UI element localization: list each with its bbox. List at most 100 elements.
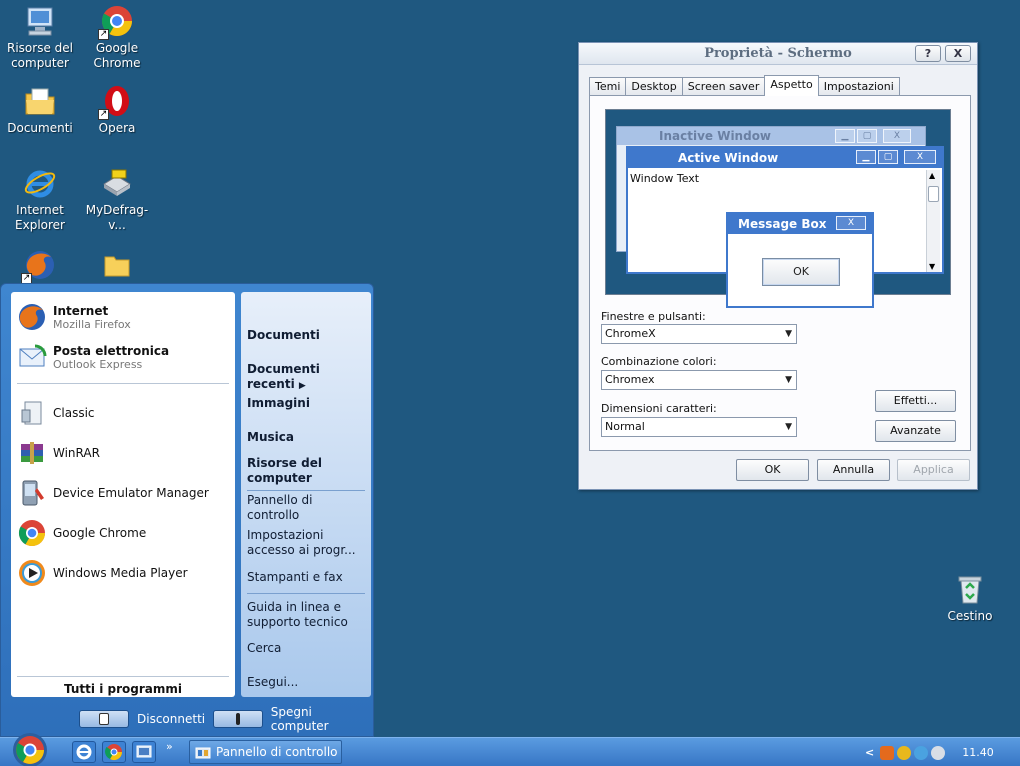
start-item-windows-media-player[interactable]: Windows Media Player [17, 556, 231, 590]
start-link-program-access[interactable]: Impostazioni accesso ai progr... [247, 528, 367, 558]
start-link-printers[interactable]: Stampanti e fax [247, 570, 367, 585]
start-item-title: Device Emulator Manager [53, 486, 209, 500]
start-item-title: Posta elettronica [53, 343, 170, 358]
all-programs-button[interactable]: Tutti i programmi [11, 682, 235, 696]
preview-scrollbar: ▲ ▼ [926, 170, 940, 272]
desktop-icon-folder[interactable] [79, 248, 155, 285]
shutdown-button[interactable]: Spegni computer [213, 705, 373, 733]
windows-buttons-select[interactable]: ChromeX ▼ [601, 324, 797, 344]
start-link-pictures[interactable]: Immagini [247, 396, 367, 411]
effects-button[interactable]: Effetti... [875, 390, 956, 412]
advanced-button[interactable]: Avanzate [875, 420, 956, 442]
lock-icon [79, 710, 129, 728]
control-panel-icon [195, 747, 211, 759]
tray-expand-icon[interactable]: < [865, 746, 874, 759]
desktop-icon-firefox[interactable]: ↗ [2, 248, 78, 285]
system-tray: < 11.40 [865, 738, 1020, 766]
preview-inactive-title: Inactive Window [659, 129, 772, 143]
winrar-icon [17, 438, 47, 468]
desktop-icon-recycle-bin[interactable]: Cestino [932, 572, 1008, 624]
quicklaunch-overflow[interactable]: » [166, 740, 173, 753]
windows-media-player-icon [17, 558, 47, 588]
font-size-label: Dimensioni caratteri: [601, 402, 717, 415]
firefox-icon [17, 302, 47, 332]
taskbar-item-control-panel[interactable]: Pannello di controllo [189, 740, 342, 764]
start-item-google-chrome[interactable]: Google Chrome [17, 516, 231, 550]
folder-icon [100, 248, 134, 282]
start-menu-separator [17, 383, 229, 384]
preview-active-title: Active Window [678, 151, 779, 165]
start-menu: Internet Mozilla Firefox Posta elettroni… [0, 283, 374, 737]
tab-temi[interactable]: Temi [589, 77, 627, 96]
preview-message-box: Message Box X OK [726, 212, 874, 308]
preview-msgbox-titlebar: Message Box X [728, 214, 872, 234]
display-properties-dialog: Proprietà - Schermo ? X Temi Desktop Scr… [578, 42, 978, 490]
start-link-recent-documents[interactable]: Documenti recenti ▶ [247, 362, 367, 394]
scroll-up-icon: ▲ [929, 171, 936, 180]
taskbar: » Pannello di controllo < 11.40 [0, 733, 1020, 766]
desktop-icon-google-chrome[interactable]: ↗ Google Chrome [79, 4, 155, 71]
start-item-internet[interactable]: Internet Mozilla Firefox [17, 300, 231, 334]
quicklaunch-chrome[interactable] [102, 741, 126, 763]
close-button[interactable]: X [945, 45, 971, 62]
shield-icon[interactable] [897, 745, 912, 760]
dialog-title: Proprietà - Schermo [704, 46, 852, 61]
start-link-my-computer[interactable]: Risorse del computer [247, 456, 367, 486]
opera-icon: ↗ [98, 84, 134, 120]
chrome-icon: ↗ [98, 4, 134, 40]
desktop-icon-my-computer[interactable]: Risorse del computer [2, 4, 78, 71]
start-link-control-panel[interactable]: Pannello di controllo [247, 493, 367, 523]
show-desktop-icon [136, 745, 152, 758]
clock[interactable]: 11.40 [962, 746, 994, 759]
logoff-button[interactable]: Disconnetti [79, 710, 205, 728]
tab-impostazioni[interactable]: Impostazioni [817, 77, 900, 96]
start-item-email[interactable]: Posta elettronica Outlook Express [17, 340, 231, 374]
desktop-icon-documents[interactable]: Documenti [2, 84, 78, 136]
preview-active-titlebar: Active Window ▁ ▢ X [628, 148, 942, 168]
desktop-icon-opera[interactable]: ↗ Opera [79, 84, 155, 136]
start-item-winrar[interactable]: WinRAR [17, 436, 231, 470]
mydefrag-icon [100, 166, 134, 200]
minimize-icon: ▁ [835, 129, 855, 143]
start-button[interactable] [10, 732, 50, 766]
ok-button[interactable]: OK [736, 459, 809, 481]
start-item-classic[interactable]: Classic [17, 396, 231, 430]
dialog-title-bar[interactable]: Proprietà - Schermo ? X [579, 43, 977, 65]
preview-window-text: Window Text [630, 172, 700, 185]
tab-aspetto[interactable]: Aspetto [764, 75, 819, 96]
desktop-icon-label: Opera [98, 121, 136, 135]
start-menu-separator [247, 490, 365, 491]
close-icon: X [883, 129, 911, 143]
color-scheme-select[interactable]: Chromex ▼ [601, 370, 797, 390]
start-link-search[interactable]: Cerca [247, 641, 367, 656]
desktop-icon-mydefrag[interactable]: MyDefrag-v... [79, 166, 155, 233]
network-icon[interactable] [914, 745, 929, 760]
tray-app-icon[interactable] [880, 745, 895, 760]
tab-screen-saver[interactable]: Screen saver [681, 77, 766, 96]
computer-icon [23, 4, 57, 38]
help-button[interactable]: ? [915, 45, 941, 62]
scroll-thumb [928, 186, 939, 202]
start-item-subtitle: Outlook Express [53, 357, 143, 371]
chevron-down-icon: ▼ [785, 329, 792, 339]
device-emulator-icon [17, 478, 47, 508]
volume-icon[interactable] [931, 745, 946, 760]
start-link-run[interactable]: Esegui... [247, 675, 367, 690]
start-link-documents[interactable]: Documenti [247, 328, 367, 343]
start-item-device-emulator[interactable]: Device Emulator Manager [17, 476, 231, 510]
quicklaunch-ie[interactable] [72, 741, 96, 763]
quicklaunch-show-desktop[interactable] [132, 741, 156, 763]
apply-button[interactable]: Applica [897, 459, 970, 481]
tab-strip: Temi Desktop Screen saver Aspetto Impost… [589, 75, 900, 96]
windows-buttons-value: ChromeX [605, 327, 656, 340]
internet-explorer-icon [76, 744, 92, 760]
font-size-select[interactable]: Normal ▼ [601, 417, 797, 437]
preview-inactive-titlebar: Inactive Window ▁ ▢ X [617, 127, 925, 145]
cancel-button[interactable]: Annulla [817, 459, 890, 481]
desktop-icon-internet-explorer[interactable]: Internet Explorer [2, 166, 78, 233]
tab-desktop[interactable]: Desktop [625, 77, 683, 96]
start-link-help[interactable]: Guida in linea e supporto tecnico [247, 600, 367, 630]
preview-msgbox-title: Message Box [738, 217, 827, 231]
internet-explorer-icon [23, 166, 57, 200]
start-link-music[interactable]: Musica [247, 430, 367, 445]
